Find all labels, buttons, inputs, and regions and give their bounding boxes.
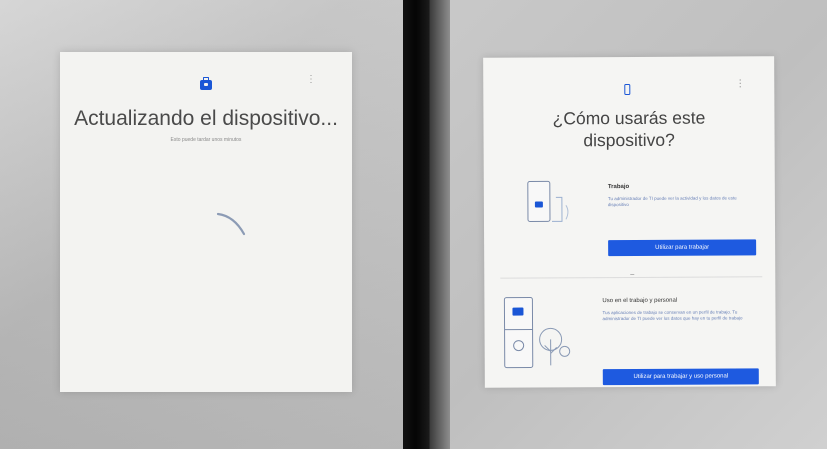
page-title: Actualizando el dispositivo... — [74, 107, 338, 130]
briefcase-icon — [200, 77, 212, 90]
more-vert-icon[interactable]: ⋮ — [735, 78, 745, 94]
device-usage-screen: ⋮ ¿Cómo usarás este dispositivo? Trabajo… — [483, 56, 776, 388]
personal-option-description: Tus aplicaciones de trabajo se conservan… — [602, 309, 743, 322]
use-for-work-button[interactable]: Utilizar para trabajar — [608, 239, 757, 257]
photo-divider — [403, 0, 429, 449]
page-title: ¿Cómo usarás este dispositivo? — [483, 106, 774, 152]
option-separator — [500, 276, 763, 279]
work-option-description: Tu administrador de TI puede ver la acti… — [607, 195, 737, 208]
phone-icon — [624, 83, 631, 96]
title-line-2: dispositivo? — [583, 129, 675, 151]
right-photo-edge — [430, 0, 450, 449]
personal-option-title: Uso en el trabajo y personal — [602, 297, 678, 305]
separator-dot — [630, 273, 635, 275]
page-subtitle: Esto puede tardar unos minutos — [170, 137, 242, 143]
work-option-title: Trabajo — [607, 184, 630, 191]
work-personal-illustration — [503, 297, 571, 369]
title-line-1: ¿Cómo usarás este — [552, 107, 706, 129]
updating-screen: ⋮ Actualizando el dispositivo... Esto pu… — [60, 52, 352, 392]
more-vert-icon[interactable]: ⋮ — [306, 75, 316, 90]
work-phone-illustration — [527, 180, 569, 223]
spinner-icon — [216, 212, 246, 236]
use-for-work-and-personal-button[interactable]: Utilizar para trabajar y uso personal — [602, 368, 759, 386]
